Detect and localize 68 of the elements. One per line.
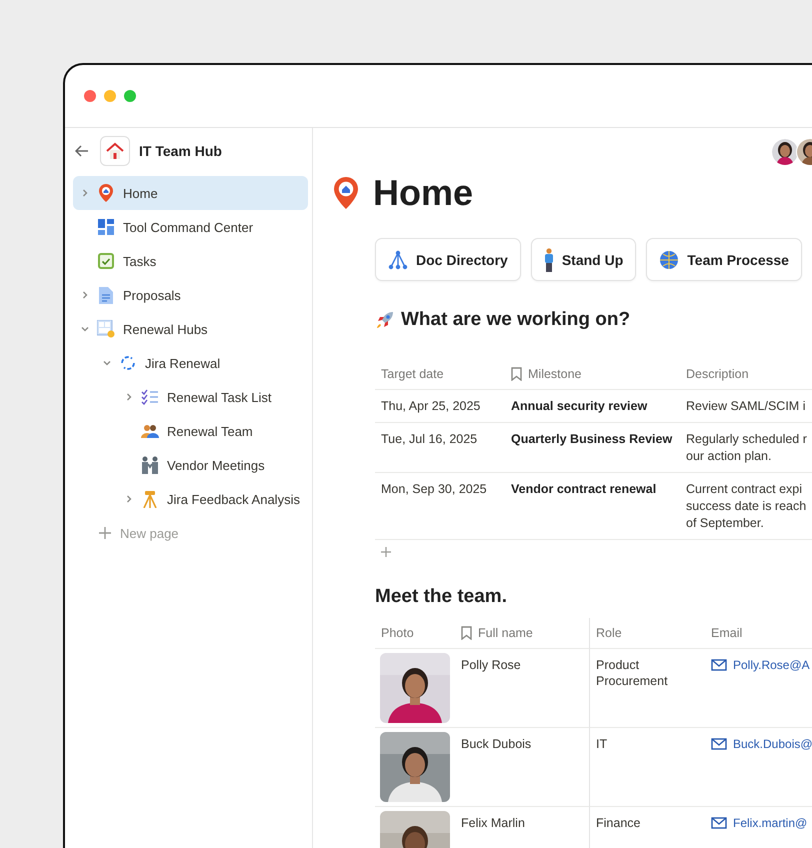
dashboard-icon (98, 219, 114, 235)
table-cell: Polly Rose (461, 658, 521, 672)
location-pin-icon (333, 177, 359, 209)
sidebar-item[interactable]: Renewal Team (117, 414, 308, 448)
table-cell: Tue, Jul 16, 2025 (375, 423, 505, 473)
table-cell: Review SAML/SCIM i (680, 390, 812, 423)
column-header[interactable]: Email (705, 618, 812, 649)
table-cell: Product Procurement (596, 658, 668, 688)
table-cell: Quarterly Business Review (505, 423, 680, 473)
column-header[interactable]: Target date (375, 359, 505, 390)
checklist-icon (141, 389, 159, 405)
column-header[interactable]: Photo (375, 618, 455, 649)
sidebar-item[interactable]: Tasks (73, 244, 308, 278)
sidebar-item[interactable]: Jira Renewal (95, 346, 308, 380)
hierarchy-icon (388, 250, 408, 270)
page-title: Home (373, 172, 474, 214)
plus-icon (99, 527, 111, 539)
table-cell: IT (596, 737, 608, 751)
mail-icon (711, 817, 727, 829)
checkbox-icon (98, 253, 114, 269)
table-cell: Finance (596, 816, 640, 830)
column-header[interactable]: Role (590, 618, 705, 649)
back-arrow-icon[interactable] (75, 145, 89, 157)
close-window-button[interactable] (84, 90, 96, 102)
location-pin-icon (98, 184, 114, 202)
sidebar-item[interactable]: Tool Command Center (73, 210, 308, 244)
house-icon (106, 142, 124, 160)
sidebar-item[interactable]: Vendor Meetings (117, 448, 308, 482)
table-cell: Regularly scheduled r our action plan. (680, 423, 812, 473)
people-icon (141, 456, 159, 474)
tripod-icon (142, 490, 158, 508)
page-link-button[interactable]: Stand Up (530, 238, 636, 281)
workspace-title: IT Team Hub (139, 143, 222, 159)
bookmark-icon (511, 367, 522, 381)
refresh-icon (120, 355, 136, 371)
column-header[interactable]: Full name (455, 618, 590, 649)
page-link-button[interactable]: Team Processe (646, 238, 802, 281)
section-heading: Meet the team. (375, 586, 507, 608)
column-header[interactable]: Milestone (505, 359, 680, 390)
layout-icon (97, 320, 115, 338)
column-header[interactable]: Description (680, 359, 812, 390)
bookmark-icon (461, 626, 472, 640)
mail-icon (711, 738, 727, 750)
standing-person-icon (544, 248, 554, 272)
table-cell: Thu, Apr 25, 2025 (375, 390, 505, 423)
sidebar-item[interactable]: Proposals (73, 278, 308, 312)
email-link[interactable]: Polly.Rose@A (711, 657, 812, 673)
sidebar-item[interactable]: Renewal Task List (117, 380, 308, 414)
rocket-icon (375, 310, 395, 330)
sidebar-item[interactable]: Renewal Hubs (73, 312, 308, 346)
sidebar-item[interactable]: Home (73, 176, 308, 210)
table-cell: Annual security review (505, 390, 680, 423)
table-cell: Mon, Sep 30, 2025 (375, 473, 505, 540)
sidebar-item[interactable]: Jira Feedback Analysis (117, 482, 308, 516)
people-icon (141, 423, 159, 439)
plus-icon[interactable] (381, 547, 391, 557)
globe-icon (659, 250, 680, 270)
table-cell: Felix Marlin (461, 816, 525, 830)
document-icon (99, 286, 113, 304)
email-link[interactable]: Buck.Dubois@ (711, 736, 812, 752)
mail-icon (711, 659, 727, 671)
maximize-window-button[interactable] (124, 90, 136, 102)
table-cell: Vendor contract renewal (505, 473, 680, 540)
table-cell: Buck Dubois (461, 737, 532, 751)
page-link-button[interactable]: Doc Directory (375, 238, 521, 281)
email-link[interactable]: Felix.martin@ (711, 815, 812, 831)
table-cell: Current contract expi success date is reach of September. (680, 473, 812, 540)
section-heading: What are we working on? (401, 309, 630, 331)
